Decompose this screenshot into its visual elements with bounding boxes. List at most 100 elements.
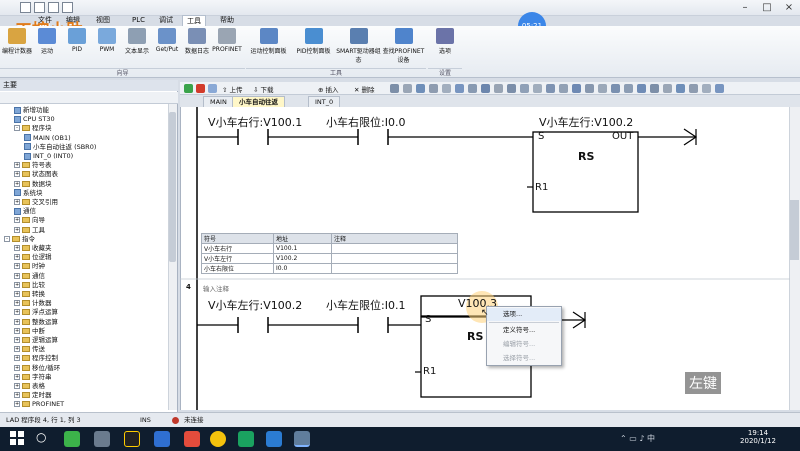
- tab-sbr0[interactable]: 小车自动往返: [232, 96, 285, 107]
- toolbar-tool-icon[interactable]: [637, 84, 646, 93]
- step7-app-icon[interactable]: [294, 431, 310, 447]
- expand-icon[interactable]: +: [14, 373, 20, 380]
- network-app-icon[interactable]: [154, 431, 170, 447]
- tree-item[interactable]: INT_0 (INT0): [0, 152, 73, 161]
- expand-icon[interactable]: +: [14, 291, 20, 297]
- maximize-icon[interactable]: □: [756, 0, 778, 16]
- expand-icon[interactable]: +: [14, 226, 20, 233]
- compile-icon[interactable]: [208, 84, 217, 93]
- toolbar-tool-icon[interactable]: [689, 84, 698, 93]
- stop-icon[interactable]: [196, 84, 205, 93]
- menu-item[interactable]: 视图: [92, 15, 114, 26]
- tree-item[interactable]: 小车自动往返 (SBR0): [0, 143, 96, 152]
- tree-item[interactable]: + 位逻辑: [0, 253, 52, 262]
- context-menu-item-edit-symbol[interactable]: 编辑符号...: [487, 338, 561, 351]
- ribbon-button[interactable]: 文本显示: [122, 28, 152, 55]
- upload-button[interactable]: ⇧ 上传: [222, 84, 243, 94]
- toolbar-tool-icon[interactable]: [390, 84, 399, 93]
- expand-icon[interactable]: +: [14, 392, 20, 399]
- tree-item[interactable]: + 移位/循环: [0, 364, 60, 373]
- tree-item[interactable]: + 传送: [0, 345, 45, 354]
- qq-icon[interactable]: [124, 431, 140, 447]
- media-app-icon[interactable]: [184, 431, 200, 447]
- rung3-block-address[interactable]: V小车左行:V100.2: [539, 114, 633, 130]
- expand-icon[interactable]: +: [14, 272, 20, 279]
- expand-icon[interactable]: +: [14, 263, 20, 270]
- tree-item[interactable]: + 比较: [0, 281, 45, 290]
- tree-item[interactable]: 通信: [0, 207, 36, 216]
- expand-icon[interactable]: +: [14, 300, 20, 307]
- expand-icon[interactable]: +: [14, 309, 20, 316]
- toolbar-tool-icon[interactable]: [546, 84, 555, 93]
- new-file-icon[interactable]: [20, 2, 31, 13]
- expand-icon[interactable]: +: [14, 383, 20, 389]
- tree-item[interactable]: + 交叉引用: [0, 198, 58, 207]
- expand-icon[interactable]: +: [14, 337, 20, 343]
- search-icon[interactable]: ○: [36, 430, 46, 444]
- toolbar-tool-icon[interactable]: [611, 84, 620, 93]
- start-icon[interactable]: [10, 431, 24, 445]
- editor-scrollbar-thumb[interactable]: [790, 200, 799, 260]
- calculator-icon[interactable]: [94, 431, 110, 447]
- expand-icon[interactable]: +: [14, 217, 20, 224]
- close-icon[interactable]: ×: [778, 0, 800, 16]
- ribbon-button[interactable]: 运动: [32, 28, 62, 55]
- toolbar-tool-icon[interactable]: [559, 84, 568, 93]
- tree-item[interactable]: + 计数器: [0, 299, 52, 308]
- toolbar-tool-icon[interactable]: [442, 84, 451, 93]
- tree-item[interactable]: + 逻辑运算: [0, 336, 58, 345]
- rung4-contact2-label[interactable]: 小车左限位:I0.1: [326, 297, 405, 313]
- expand-icon[interactable]: +: [14, 327, 20, 334]
- tree-item[interactable]: - 程序块: [0, 124, 52, 133]
- ribbon-button[interactable]: 查找PROFINET设备: [381, 28, 426, 64]
- toolbar-tool-icon[interactable]: [429, 84, 438, 93]
- word-icon[interactable]: [266, 431, 282, 447]
- expand-icon[interactable]: +: [14, 318, 20, 325]
- tree-item[interactable]: + 中断: [0, 327, 45, 336]
- toolbar-tool-icon[interactable]: [624, 84, 633, 93]
- ribbon-button[interactable]: 运动控制面板: [246, 28, 291, 55]
- ribbon-button[interactable]: 选项: [430, 28, 460, 55]
- expand-icon[interactable]: +: [14, 281, 20, 288]
- tab-main[interactable]: MAIN: [203, 96, 234, 107]
- tree-item[interactable]: + 状态图表: [0, 170, 58, 179]
- expand-icon[interactable]: +: [14, 199, 20, 205]
- toolbar-tool-icon[interactable]: [598, 84, 607, 93]
- toolbar-tool-icon[interactable]: [715, 84, 724, 93]
- toolbar-tool-icon[interactable]: [507, 84, 516, 93]
- toolbar-tool-icon[interactable]: [468, 84, 477, 93]
- expand-icon[interactable]: +: [14, 171, 20, 178]
- ribbon-button[interactable]: PID控制面板: [291, 28, 336, 55]
- expand-icon[interactable]: +: [14, 355, 20, 362]
- tree-item[interactable]: + 符号表: [0, 161, 52, 170]
- menu-item[interactable]: 工具: [182, 15, 206, 26]
- toolbar-tool-icon[interactable]: [572, 84, 581, 93]
- rung3-contact1-label[interactable]: V小车右行:V100.1: [208, 114, 302, 130]
- tree-item[interactable]: + PROFINET: [0, 400, 64, 409]
- print-icon[interactable]: [62, 2, 73, 13]
- expand-icon[interactable]: +: [14, 346, 20, 353]
- tree-item[interactable]: + 定时器: [0, 391, 52, 400]
- expand-icon[interactable]: +: [14, 401, 20, 408]
- tree-item[interactable]: + 时钟: [0, 262, 45, 271]
- context-menu-item-options[interactable]: 选项...: [487, 308, 561, 321]
- tree-item[interactable]: + 程序控制: [0, 354, 58, 363]
- wechat-icon[interactable]: [64, 431, 80, 447]
- tray-icons[interactable]: ⌃ ▭ ♪ 中: [620, 433, 655, 444]
- tree-item[interactable]: + 表格: [0, 382, 45, 391]
- tree-item[interactable]: + 浮点运算: [0, 308, 58, 317]
- collapse-icon[interactable]: -: [14, 125, 20, 132]
- tree-item[interactable]: + 字符串: [0, 373, 52, 382]
- open-file-icon[interactable]: [34, 2, 45, 13]
- rung4-comment[interactable]: 输入注释: [203, 283, 229, 293]
- toolbar-tool-icon[interactable]: [481, 84, 490, 93]
- ribbon-button[interactable]: 编程计数器: [2, 28, 32, 55]
- expand-icon[interactable]: +: [14, 162, 20, 169]
- expand-icon[interactable]: +: [14, 254, 20, 261]
- toolbar-tool-icon[interactable]: [676, 84, 685, 93]
- expand-icon[interactable]: +: [14, 245, 20, 251]
- download-button[interactable]: ⇩ 下载: [253, 84, 274, 94]
- rung4-contact1-label[interactable]: V小车左行:V100.2: [208, 297, 302, 313]
- context-menu-item-define-symbol[interactable]: 定义符号...: [487, 324, 561, 337]
- expand-icon[interactable]: +: [14, 364, 20, 371]
